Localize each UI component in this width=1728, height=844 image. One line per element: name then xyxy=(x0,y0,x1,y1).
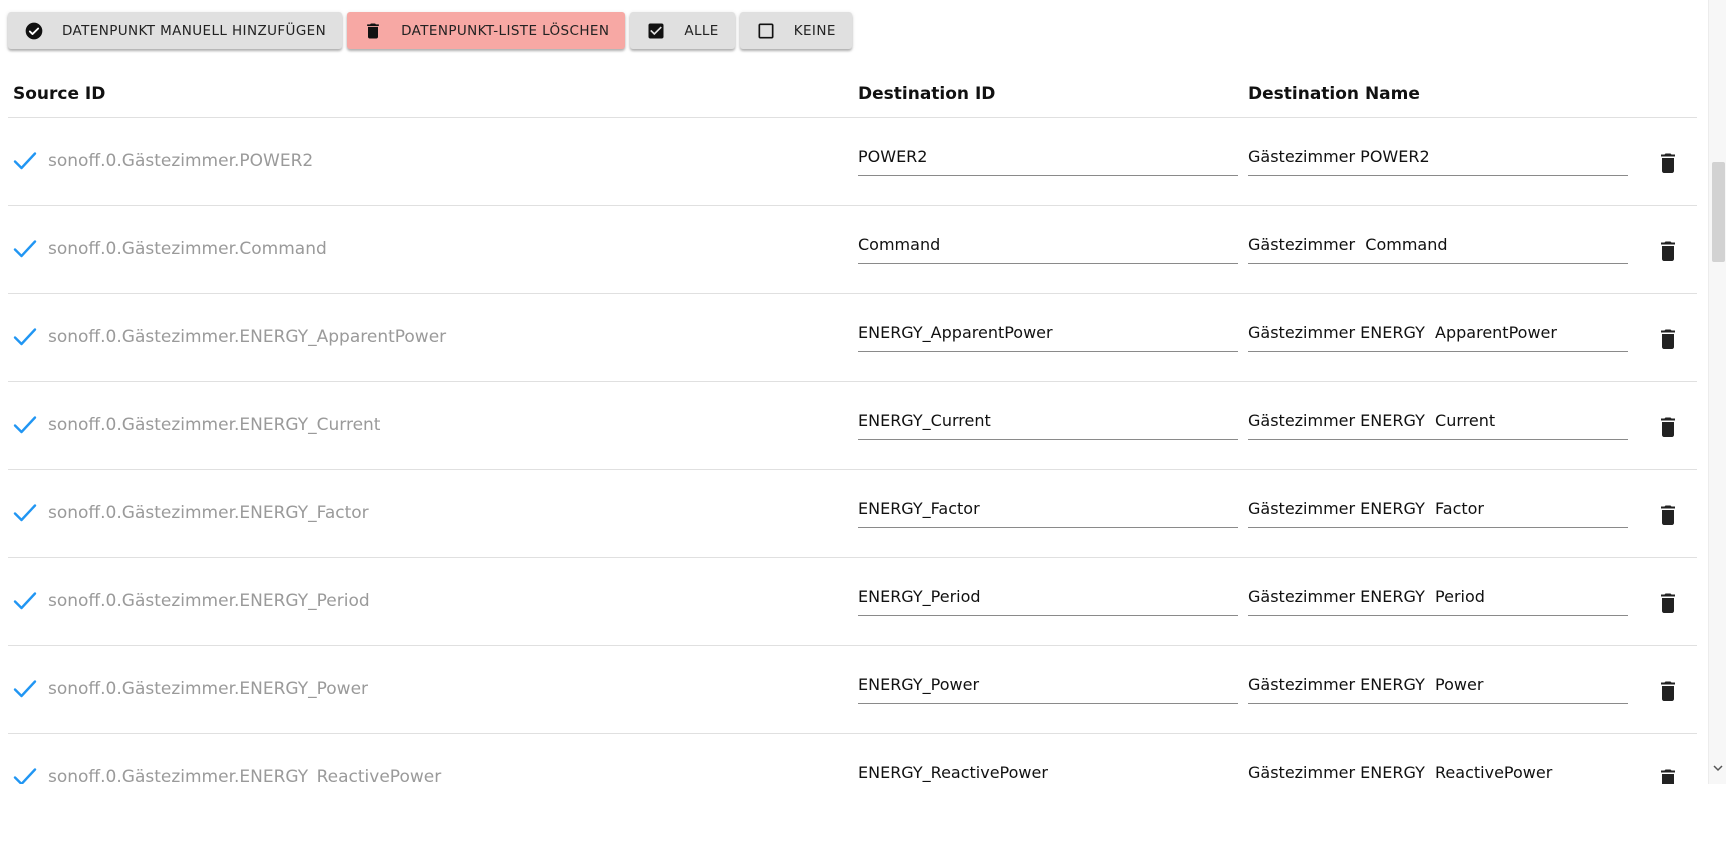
destination-name-field[interactable] xyxy=(1248,578,1628,616)
checkmark-icon[interactable] xyxy=(12,326,38,348)
table-row: sonoff.0.Gästezimmer.ENERGY_Current xyxy=(8,382,1697,470)
checkbox-empty-icon xyxy=(756,21,776,41)
table-row: sonoff.0.Gästezimmer.ENERGY_ReactivePowe… xyxy=(8,734,1697,784)
destination-id-input[interactable] xyxy=(858,314,1238,350)
destination-name-field[interactable] xyxy=(1248,490,1628,528)
destination-id-input[interactable] xyxy=(858,578,1238,614)
datapoint-table: Source ID Destination ID Destination Nam… xyxy=(8,72,1697,784)
destination-id-input[interactable] xyxy=(858,754,1238,784)
source-id: sonoff.0.Gästezimmer.ENERGY_ApparentPowe… xyxy=(48,327,447,347)
destination-name-field[interactable] xyxy=(1248,138,1628,176)
table-row: sonoff.0.Gästezimmer.ENERGY_Period xyxy=(8,558,1697,646)
table-body: sonoff.0.Gästezimmer.POWER2 sonoff.0.Gäst… xyxy=(8,118,1697,784)
checkmark-icon[interactable] xyxy=(12,414,38,436)
source-id: sonoff.0.Gästezimmer.POWER2 xyxy=(48,151,314,171)
destination-name-input[interactable] xyxy=(1248,490,1628,526)
scrollbar-thumb[interactable] xyxy=(1712,162,1725,262)
table-row: sonoff.0.Gästezimmer.ENERGY_Power xyxy=(8,646,1697,734)
checkmark-icon[interactable] xyxy=(12,678,38,700)
source-id: sonoff.0.Gästezimmer.ENERGY_Power xyxy=(48,679,369,699)
checkmark-icon[interactable] xyxy=(12,238,38,260)
trash-icon xyxy=(363,21,383,41)
select-all-label: ALLE xyxy=(684,22,719,39)
header-source-id: Source ID xyxy=(13,84,106,104)
destination-name-field[interactable] xyxy=(1248,402,1628,440)
checkmark-icon[interactable] xyxy=(12,766,38,784)
destination-id-field[interactable] xyxy=(858,138,1238,176)
add-datapoint-manually-button[interactable]: DATENPUNKT MANUELL HINZUFÜGEN xyxy=(8,12,343,49)
destination-id-field[interactable] xyxy=(858,578,1238,616)
destination-id-field[interactable] xyxy=(858,402,1238,440)
destination-id-field[interactable] xyxy=(858,754,1238,784)
destination-id-field[interactable] xyxy=(858,314,1238,352)
destination-name-field[interactable] xyxy=(1248,314,1628,352)
select-all-button[interactable]: ALLE xyxy=(630,12,735,49)
delete-row-trash-icon[interactable] xyxy=(1658,151,1678,173)
destination-id-input[interactable] xyxy=(858,402,1238,438)
destination-name-input[interactable] xyxy=(1248,666,1628,702)
scroll-down-arrow-icon[interactable] xyxy=(1712,762,1724,774)
destination-name-input[interactable] xyxy=(1248,402,1628,438)
table-row: sonoff.0.Gästezimmer.POWER2 xyxy=(8,118,1697,206)
header-destination-id: Destination ID xyxy=(858,84,996,104)
destination-name-input[interactable] xyxy=(1248,578,1628,614)
checkbox-checked-icon xyxy=(646,21,666,41)
destination-id-input[interactable] xyxy=(858,666,1238,702)
table-header: Source ID Destination ID Destination Nam… xyxy=(8,72,1697,118)
delete-row-trash-icon[interactable] xyxy=(1658,239,1678,261)
destination-id-field[interactable] xyxy=(858,666,1238,704)
table-row: sonoff.0.Gästezimmer.Command xyxy=(8,206,1697,294)
checkmark-icon[interactable] xyxy=(12,150,38,172)
destination-id-input[interactable] xyxy=(858,226,1238,262)
destination-name-field[interactable] xyxy=(1248,226,1628,264)
destination-name-input[interactable] xyxy=(1248,314,1628,350)
destination-id-field[interactable] xyxy=(858,490,1238,528)
destination-id-input[interactable] xyxy=(858,138,1238,174)
delete-row-trash-icon[interactable] xyxy=(1658,415,1678,437)
source-id: sonoff.0.Gästezimmer.ENERGY_Period xyxy=(48,591,370,611)
delete-datapoint-list-button[interactable]: DATENPUNKT-LISTE LÖSCHEN xyxy=(347,12,626,49)
check-circle-icon xyxy=(24,21,44,41)
source-id: sonoff.0.Gästezimmer.ENERGY_ReactivePowe… xyxy=(48,767,442,784)
destination-name-input[interactable] xyxy=(1248,226,1628,262)
destination-id-field[interactable] xyxy=(858,226,1238,264)
source-id: sonoff.0.Gästezimmer.Command xyxy=(48,239,327,259)
toolbar: DATENPUNKT MANUELL HINZUFÜGEN DATENPUNKT… xyxy=(8,12,852,49)
select-none-label: KEINE xyxy=(793,22,836,39)
header-destination-name: Destination Name xyxy=(1248,84,1420,104)
add-datapoint-manually-label: DATENPUNKT MANUELL HINZUFÜGEN xyxy=(62,22,327,39)
table-row: sonoff.0.Gästezimmer.ENERGY_Factor xyxy=(8,470,1697,558)
delete-row-trash-icon[interactable] xyxy=(1658,591,1678,613)
source-id: sonoff.0.Gästezimmer.ENERGY_Factor xyxy=(48,503,369,523)
table-row: sonoff.0.Gästezimmer.ENERGY_ApparentPowe… xyxy=(8,294,1697,382)
delete-row-trash-icon[interactable] xyxy=(1658,767,1678,784)
destination-id-input[interactable] xyxy=(858,490,1238,526)
destination-name-input[interactable] xyxy=(1248,754,1628,784)
destination-name-field[interactable] xyxy=(1248,666,1628,704)
delete-row-trash-icon[interactable] xyxy=(1658,679,1678,701)
delete-row-trash-icon[interactable] xyxy=(1658,503,1678,525)
delete-row-trash-icon[interactable] xyxy=(1658,327,1678,349)
delete-datapoint-list-label: DATENPUNKT-LISTE LÖSCHEN xyxy=(401,22,610,39)
source-id: sonoff.0.Gästezimmer.ENERGY_Current xyxy=(48,415,381,435)
checkmark-icon[interactable] xyxy=(12,590,38,612)
vertical-scrollbar[interactable] xyxy=(1708,0,1726,784)
checkmark-icon[interactable] xyxy=(12,502,38,524)
destination-name-input[interactable] xyxy=(1248,138,1628,174)
select-none-button[interactable]: KEINE xyxy=(739,12,852,49)
destination-name-field[interactable] xyxy=(1248,754,1628,784)
